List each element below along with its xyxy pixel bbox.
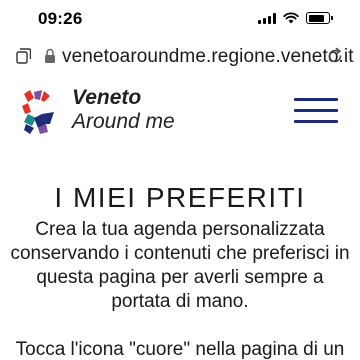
logo-text-around-me: Around me <box>72 110 175 133</box>
intro-paragraph: Crea la tua agenda personalizzata conser… <box>10 219 350 312</box>
status-time: 09:26 <box>38 9 83 28</box>
hamburger-menu-icon[interactable] <box>294 98 338 124</box>
logo-text-veneto: Veneto <box>72 86 142 109</box>
reload-icon[interactable] <box>326 47 344 65</box>
tabs-icon[interactable] <box>16 48 31 64</box>
instruction-paragraph: Tocca l'icona "cuore" nella pagina di un <box>15 339 345 360</box>
battery-icon <box>306 12 333 24</box>
lock-icon <box>45 48 55 63</box>
status-bar: 09:26 <box>0 0 360 36</box>
page-title: I MIEI PREFERITI <box>54 182 306 213</box>
address-bar[interactable]: venetoaroundme.regione.veneto.it <box>0 38 360 74</box>
veneto-logo[interactable] <box>20 88 64 136</box>
url-field[interactable]: venetoaroundme.regione.veneto.it <box>62 46 354 68</box>
wifi-icon <box>283 12 299 24</box>
status-icons <box>258 12 333 24</box>
signal-icon <box>258 12 276 24</box>
site-header: Veneto Around me <box>0 82 360 152</box>
